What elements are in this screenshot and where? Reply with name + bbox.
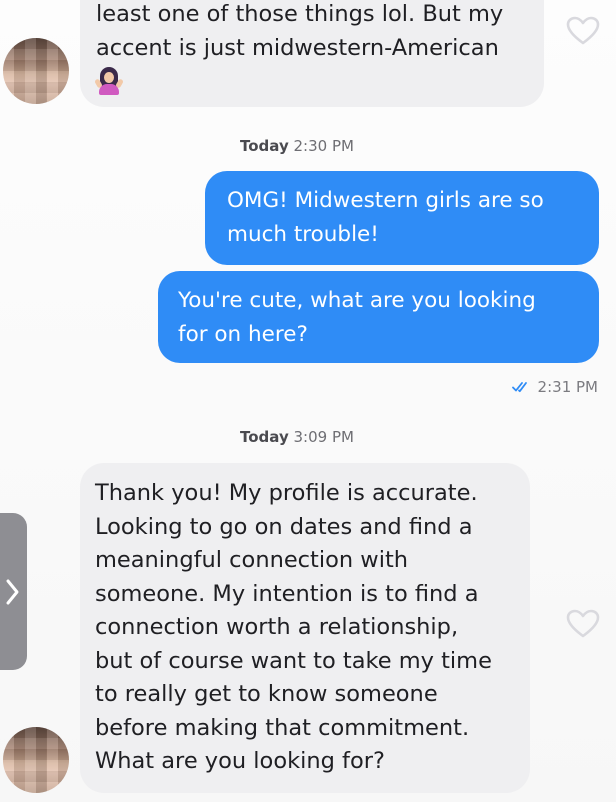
message-line: to really get to know someone (95, 681, 438, 707)
person-shrugging-emoji (94, 67, 124, 95)
timestamp-day: Today (240, 428, 289, 446)
message-line: connection worth a relationship, (95, 614, 459, 640)
message-line: OMG! Midwestern girls are so (227, 188, 544, 213)
read-receipt-time: 2:31 PM (537, 378, 598, 396)
message-line: accent is just midwestern-American (96, 34, 499, 61)
message-line: but of course want to take my time (95, 647, 492, 674)
message-line: Thank you! My profile is accurate. (95, 480, 478, 506)
match-avatar[interactable] (3, 38, 69, 104)
message-line: least one of those things lol. But my (96, 1, 504, 27)
timestamp-day: Today (240, 137, 289, 155)
message-timestamp: Today 2:30 PM (240, 137, 354, 155)
side-panel-handle[interactable] (0, 513, 27, 670)
chat-screen: least one of those things lol. But my ac… (0, 0, 616, 802)
message-line: someone. My intention is to find a (95, 580, 479, 607)
message-line: much trouble! (227, 222, 379, 247)
heart-outline-icon[interactable] (566, 609, 600, 639)
heart-outline-icon[interactable] (566, 16, 600, 46)
match-avatar[interactable] (3, 727, 69, 793)
incoming-message-bubble[interactable]: least one of those things lol. But my ac… (80, 0, 544, 107)
timestamp-time: 2:30 PM (293, 137, 354, 155)
message-line: What are you looking for? (95, 748, 385, 774)
chevron-right-icon (6, 579, 18, 604)
double-check-icon (511, 382, 527, 393)
message-timestamp: Today 3:09 PM (240, 428, 354, 446)
message-line: for on here? (178, 322, 308, 347)
read-receipt: 2:31 PM (511, 378, 598, 396)
message-line: before making that commitment. (95, 714, 470, 741)
message-line: meaningful connection with (95, 547, 409, 573)
outgoing-message-bubble[interactable]: You're cute, what are you looking for on… (158, 271, 599, 363)
message-line: You're cute, what are you looking (178, 288, 536, 313)
outgoing-message-bubble[interactable]: OMG! Midwestern girls are so much troubl… (205, 171, 599, 265)
timestamp-time: 3:09 PM (293, 428, 354, 446)
message-line: Looking to go on dates and find a (95, 513, 473, 540)
incoming-message-bubble[interactable]: Thank you! My profile is accurate. Looki… (80, 463, 530, 793)
